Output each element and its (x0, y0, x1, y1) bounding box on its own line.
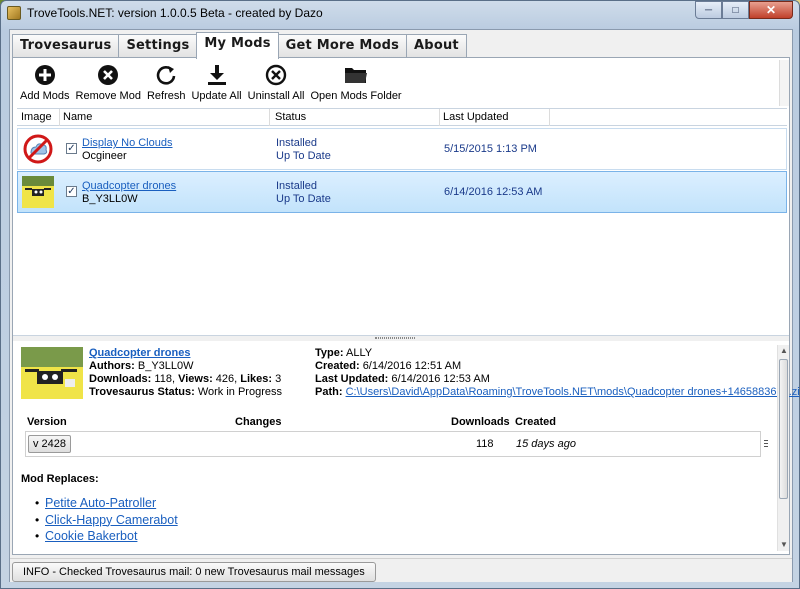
versions-scroll-grip[interactable] (761, 431, 771, 457)
add-mods-button[interactable]: Add Mods (17, 61, 73, 105)
version-created: 15 days ago (516, 438, 576, 450)
replaced-item-link[interactable]: Cookie Bakerbot (45, 529, 137, 543)
scroll-down-icon[interactable]: ▼ (779, 540, 789, 550)
version-downloads: 118 (476, 438, 494, 450)
versions-col-downloads: Downloads (451, 416, 510, 428)
mod-list: ✓ Display No Clouds Ocgineer Installed U… (17, 127, 787, 334)
scroll-thumb[interactable] (779, 359, 788, 499)
mod-last-updated: 6/14/2016 12:53 AM (444, 186, 543, 198)
maximize-button[interactable]: □ (722, 1, 749, 19)
mod-name-link[interactable]: Quadcopter drones (82, 180, 176, 192)
toolbar: Add Mods Remove Mod Refresh Update All U… (17, 61, 405, 105)
replaced-item-link[interactable]: Petite Auto-Patroller (45, 496, 156, 510)
update-all-button[interactable]: Update All (188, 61, 244, 105)
detail-type: ALLY (345, 347, 373, 359)
version-row: v 2428 118 15 days ago (25, 431, 761, 457)
mod-thumbnail (22, 176, 54, 208)
x-circle-outline-icon (264, 63, 288, 87)
remove-mod-button[interactable]: Remove Mod (73, 61, 144, 105)
detail-views: 426 (215, 373, 235, 385)
minimize-button[interactable]: ─ (695, 1, 722, 19)
detail-path-link[interactable]: C:\Users\David\AppData\Roaming\TroveTool… (346, 386, 800, 398)
remove-mod-label: Remove Mod (75, 90, 141, 102)
uninstall-all-label: Uninstall All (247, 90, 305, 102)
update-all-label: Update All (191, 90, 242, 102)
status-bar: INFO - Checked Trovesaurus mail: 0 new T… (10, 558, 792, 582)
versions-header: Version Changes Downloads Created (25, 413, 761, 431)
refresh-label: Refresh (146, 90, 186, 102)
mod-replaces-list: Petite Auto-Patroller Click-Happy Camera… (35, 495, 178, 545)
app-icon (7, 6, 21, 20)
mod-row[interactable]: ✓ Quadcopter drones B_Y3LL0W Installed U… (17, 171, 787, 213)
download-icon (205, 63, 229, 87)
column-name[interactable]: Name (63, 111, 92, 123)
detail-downloads: 118 (154, 373, 172, 385)
tab-strip: Trovesaurus Settings My Mods Get More Mo… (12, 32, 467, 59)
tab-get-more-mods[interactable]: Get More Mods (277, 34, 408, 58)
mod-detail-info: Quadcopter drones Authors: B_Y3LL0W Down… (89, 347, 282, 398)
tab-settings[interactable]: Settings (118, 34, 198, 58)
list-item: Click-Happy Camerabot (35, 512, 178, 529)
mod-replaces-title: Mod Replaces: (21, 473, 99, 485)
tab-trovesaurus[interactable]: Trovesaurus (12, 34, 120, 58)
mod-row[interactable]: ✓ Display No Clouds Ocgineer Installed U… (17, 128, 787, 170)
mod-detail-meta: Type: ALLY Created: 6/14/2016 12:51 AM L… (315, 347, 800, 399)
detail-likes: 3 (275, 373, 282, 385)
tab-about[interactable]: About (406, 34, 467, 58)
column-last-updated[interactable]: Last Updated (443, 111, 508, 123)
versions-col-created: Created (515, 416, 556, 428)
version-button[interactable]: v 2428 (28, 435, 72, 453)
mod-author: Ocgineer (82, 150, 127, 162)
detail-authors: B_Y3LL0W (137, 360, 194, 372)
mod-name-link[interactable]: Display No Clouds (82, 137, 172, 149)
list-item: Petite Auto-Patroller (35, 495, 178, 512)
toolbar-scrollbar[interactable] (779, 60, 789, 106)
refresh-icon (154, 63, 178, 87)
app-window: TroveTools.NET: version 1.0.0.5 Beta - c… (0, 0, 800, 589)
refresh-button[interactable]: Refresh (144, 61, 189, 105)
mod-update-status: Up To Date (276, 193, 331, 205)
window-title: TroveTools.NET: version 1.0.0.5 Beta - c… (27, 6, 323, 20)
details-scrollbar[interactable]: ▲ ▼ (777, 345, 789, 551)
uninstall-all-button[interactable]: Uninstall All (245, 61, 308, 105)
title-bar[interactable]: TroveTools.NET: version 1.0.0.5 Beta - c… (1, 1, 799, 27)
my-mods-panel: Add Mods Remove Mod Refresh Update All U… (12, 57, 800, 555)
detail-status: Work in Progress (197, 386, 282, 398)
tab-my-mods[interactable]: My Mods (196, 32, 279, 59)
x-circle-icon (96, 63, 120, 87)
mod-details-pane: Quadcopter drones Authors: B_Y3LL0W Down… (17, 343, 800, 553)
mod-last-updated: 5/15/2015 1:13 PM (444, 143, 537, 155)
detail-created: 6/14/2016 12:51 AM (362, 360, 462, 372)
mod-status: Installed (276, 137, 317, 149)
detail-last-updated: 6/14/2016 12:53 AM (391, 373, 490, 385)
list-item: Cookie Bakerbot (35, 528, 178, 545)
client-area: Trovesaurus Settings My Mods Get More Mo… (9, 29, 800, 582)
mod-enabled-checkbox[interactable]: ✓ (66, 143, 77, 154)
column-status[interactable]: Status (275, 111, 306, 123)
mod-enabled-checkbox[interactable]: ✓ (66, 186, 77, 197)
close-button[interactable]: ✕ (749, 1, 793, 19)
pane-splitter[interactable] (13, 335, 789, 341)
add-mods-label: Add Mods (20, 90, 70, 102)
status-message-button[interactable]: INFO - Checked Trovesaurus mail: 0 new T… (12, 562, 376, 582)
versions-col-changes: Changes (235, 416, 282, 428)
mod-author: B_Y3LL0W (82, 193, 138, 205)
replaced-item-link[interactable]: Click-Happy Camerabot (45, 513, 178, 527)
plus-circle-icon (33, 63, 57, 87)
detail-mod-name-link[interactable]: Quadcopter drones (89, 347, 282, 360)
scroll-up-icon[interactable]: ▲ (779, 346, 789, 356)
open-mods-folder-button[interactable]: Open Mods Folder (308, 61, 405, 105)
mod-status: Installed (276, 180, 317, 192)
open-mods-folder-label: Open Mods Folder (310, 90, 402, 102)
folder-icon (344, 63, 368, 87)
mod-update-status: Up To Date (276, 150, 331, 162)
mod-list-header: Image Name Status Last Updated (17, 108, 787, 126)
mod-thumbnail (22, 133, 54, 165)
versions-col-version: Version (27, 416, 67, 428)
mod-detail-image (21, 347, 83, 399)
column-image[interactable]: Image (21, 111, 52, 123)
